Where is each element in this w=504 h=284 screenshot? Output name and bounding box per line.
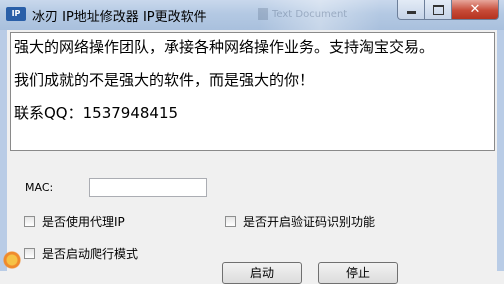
document-icon — [258, 8, 268, 20]
info-line-team: 强大的网络操作团队，承接各种网络操作业务。支持淘宝交易。 — [14, 38, 435, 56]
window-client-area: 强大的网络操作团队，承接各种网络操作业务。支持淘宝交易。 我们成就的不是强大的软… — [0, 30, 504, 271]
watermark-logo — [0, 246, 24, 271]
maximize-icon — [432, 4, 444, 15]
start-button[interactable]: 启动 — [222, 262, 302, 284]
use-proxy-label: 是否使用代理IP — [42, 215, 125, 229]
info-textbox[interactable]: 强大的网络操作团队，承接各种网络操作业务。支持淘宝交易。 我们成就的不是强大的软… — [10, 32, 495, 151]
background-window-title: Text Document — [272, 9, 348, 20]
option-captcha-recognition[interactable]: 是否开启验证码识别功能 — [225, 213, 375, 230]
stop-button[interactable]: 停止 — [318, 262, 398, 284]
maximize-button[interactable] — [425, 0, 451, 20]
minimize-button[interactable] — [397, 0, 425, 20]
app-icon: IP — [6, 7, 26, 21]
info-line-slogan: 我们成就的不是强大的软件，而是强大的你！ — [14, 71, 315, 89]
mac-label: MAC: — [25, 181, 54, 194]
captcha-recognition-label: 是否开启验证码识别功能 — [243, 215, 376, 229]
option-crawl-mode[interactable]: 是否启动爬行模式 — [24, 245, 138, 262]
captcha-recognition-checkbox[interactable] — [225, 216, 236, 227]
crawl-mode-label: 是否启动爬行模式 — [42, 247, 139, 261]
close-button[interactable]: ✕ — [451, 0, 499, 20]
crawl-mode-checkbox[interactable] — [24, 248, 35, 259]
option-use-proxy[interactable]: 是否使用代理IP — [24, 213, 125, 230]
close-icon: ✕ — [469, 2, 481, 17]
info-line-contact: 联系QQ：1537948415 — [14, 104, 179, 122]
window-title: 冰刃 IP地址修改器 IP更改软件 — [32, 10, 207, 25]
title-bar[interactable]: IP 冰刃 IP地址修改器 IP更改软件 Text Document ✕ — [0, 0, 504, 30]
minimize-icon — [406, 11, 416, 14]
mac-input[interactable] — [89, 178, 207, 197]
use-proxy-checkbox[interactable] — [24, 216, 35, 227]
window-controls: ✕ — [397, 0, 499, 20]
